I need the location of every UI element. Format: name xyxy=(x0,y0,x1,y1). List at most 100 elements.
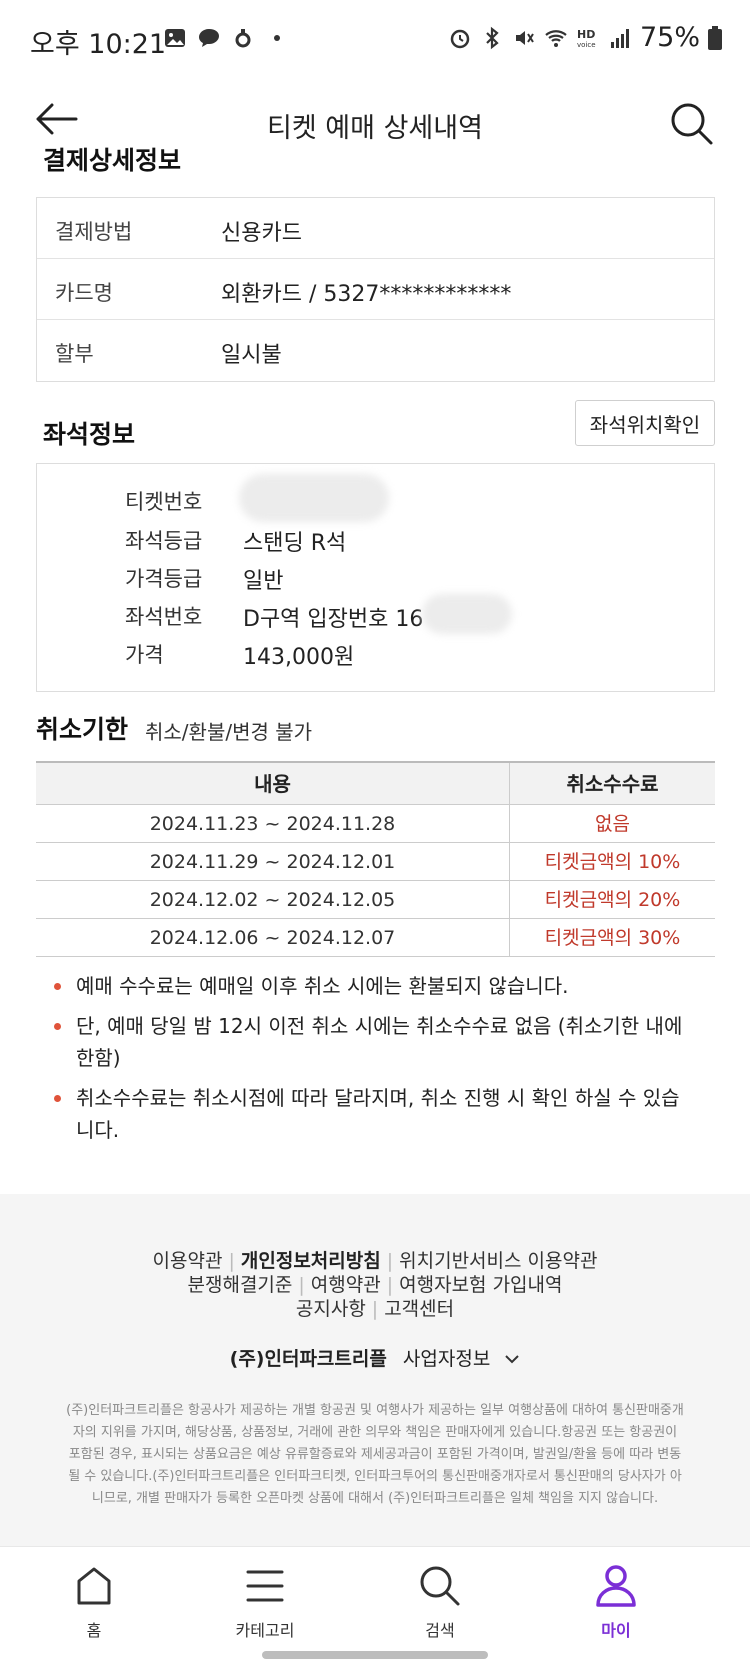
page-title: 티켓 예매 상세내역 xyxy=(267,113,483,144)
seat-value: 143,000원 xyxy=(243,645,355,670)
table-row: 2024.12.02 ~ 2024.12.05 티켓금액의 20% xyxy=(36,881,715,919)
fee-cell: 티켓금액의 10% xyxy=(544,851,681,873)
signal-icon xyxy=(610,28,629,48)
payment-info-table: 결제방법 신용카드 카드명 외환카드 / 5327************ 할부… xyxy=(36,197,715,382)
note-text: 예매 수수료는 예매일 이후 취소 시에는 환불되지 않습니다. xyxy=(76,974,569,998)
seat-label: 좌석번호 xyxy=(125,605,203,629)
location-terms-link[interactable]: 위치기반서비스 이용약관 xyxy=(399,1250,597,1272)
payment-section-title: 결제상세정보 xyxy=(43,146,182,175)
company-name: (주)인터파크트리플 xyxy=(229,1348,387,1370)
note-item: 취소수수료는 취소시점에 따라 달라지며, 취소 진행 시 확인 하실 수 있습… xyxy=(50,1082,690,1146)
battery-percent: 75% xyxy=(639,22,700,53)
seat-value: D구역 입장번호 16 xyxy=(243,607,424,632)
notify-icon xyxy=(235,29,251,48)
terms-link[interactable]: 이용약관 xyxy=(153,1250,223,1272)
bullet-icon xyxy=(54,983,61,990)
fee-cell: 없음 xyxy=(595,813,630,835)
fee-cell: 티켓금액의 30% xyxy=(544,927,681,949)
fee-cell: 티켓금액의 20% xyxy=(544,889,681,911)
footer-links-row: 공지사항 | 고객센터 xyxy=(295,1298,455,1320)
status-right: HD voice 75% xyxy=(448,22,722,53)
column-header-content: 내용 xyxy=(36,763,510,804)
payment-row: 할부 일시불 xyxy=(37,320,714,381)
mute-icon xyxy=(515,30,534,45)
cancel-deadline-subtitle: 취소/환불/변경 불가 xyxy=(145,720,313,744)
note-text: 단, 예매 당일 밤 12시 이전 취소 시에는 취소수수료 없음 (취소기한 … xyxy=(76,1014,683,1070)
seat-section-title: 좌석정보 xyxy=(43,420,136,449)
seat-label: 가격 xyxy=(125,643,164,667)
payment-value: 일시불 xyxy=(221,343,282,368)
cancel-deadline-title: 취소기한 xyxy=(36,715,129,744)
cancel-notes: 예매 수수료는 예매일 이후 취소 시에는 환불되지 않습니다. 단, 예매 당… xyxy=(50,970,690,1154)
gallery-icon xyxy=(165,29,185,47)
footer-disclaimer: (주)인터파크트리플은 항공사가 제공하는 개별 항공권 및 여행사가 제공하는… xyxy=(66,1403,684,1506)
menu-icon xyxy=(246,1570,284,1602)
chevron-down-icon xyxy=(505,1355,520,1364)
cancel-fee-table: 내용 취소수수료 2024.11.23 ~ 2024.11.28 없음 2024… xyxy=(36,761,715,957)
payment-row: 카드명 외환카드 / 5327************ xyxy=(37,259,714,320)
column-header-fee: 취소수수료 xyxy=(566,772,659,796)
alarm-icon xyxy=(450,29,470,48)
nav-label: 검색 xyxy=(425,1621,455,1640)
payment-row: 결제방법 신용카드 xyxy=(37,198,714,259)
chat-icon xyxy=(199,29,219,47)
table-row: 2024.11.23 ~ 2024.11.28 없음 xyxy=(36,805,715,843)
redacted-blur xyxy=(422,594,512,634)
payment-label: 카드명 xyxy=(55,281,113,305)
search-icon xyxy=(420,1566,460,1606)
notification-icons xyxy=(163,26,289,50)
dispute-link[interactable]: 분쟁해결기준 xyxy=(188,1274,293,1296)
nav-category[interactable]: 카테고리 xyxy=(205,1563,325,1641)
seat-row: 가격 143,000원 xyxy=(125,639,685,670)
nav-home[interactable]: 홈 xyxy=(34,1563,154,1641)
seat-row: 좌석등급 스탠딩 R석 xyxy=(125,525,685,556)
seat-value: 스탠딩 R석 xyxy=(243,531,347,556)
nav-my[interactable]: 마이 xyxy=(556,1563,676,1641)
home-indicator[interactable] xyxy=(262,1651,488,1659)
bluetooth-icon xyxy=(486,26,499,49)
travel-terms-link[interactable]: 여행약관 xyxy=(311,1274,381,1296)
payment-value: 외환카드 / 5327************ xyxy=(221,282,512,307)
more-dot-icon xyxy=(274,35,280,41)
business-info-label: 사업자정보 xyxy=(402,1348,491,1370)
period-cell: 2024.12.02 ~ 2024.12.05 xyxy=(36,881,510,918)
privacy-policy-link[interactable]: 개인정보처리방침 xyxy=(241,1250,381,1272)
svg-text:HD: HD xyxy=(577,28,595,41)
seat-row: 좌석번호 D구역 입장번호 16 xyxy=(125,601,685,632)
svg-text:voice: voice xyxy=(577,41,596,49)
customer-center-link[interactable]: 고객센터 xyxy=(384,1298,454,1320)
business-info-toggle[interactable]: (주)인터파크트리플 사업자정보 xyxy=(0,1344,750,1371)
seat-label: 티켓번호 xyxy=(125,490,203,514)
table-header: 내용 취소수수료 xyxy=(36,763,715,805)
table-row: 2024.11.29 ~ 2024.12.01 티켓금액의 10% xyxy=(36,843,715,881)
payment-label: 결제방법 xyxy=(55,220,133,244)
note-item: 단, 예매 당일 밤 12시 이전 취소 시에는 취소수수료 없음 (취소기한 … xyxy=(50,1010,690,1074)
seat-row: 가격등급 일반 xyxy=(125,563,685,594)
period-cell: 2024.11.29 ~ 2024.12.01 xyxy=(36,843,510,880)
site-footer: 이용약관 | 개인정보처리방침 | 위치기반서비스 이용약관 분쟁해결기준 | 여행약관 | 여… xyxy=(0,1194,750,1546)
notice-link[interactable]: 공지사항 xyxy=(296,1298,366,1320)
battery-icon xyxy=(708,25,722,50)
period-cell: 2024.11.23 ~ 2024.11.28 xyxy=(36,805,510,842)
wifi-icon xyxy=(545,29,567,47)
seat-label: 좌석등급 xyxy=(125,529,203,553)
nav-label: 홈 xyxy=(86,1621,102,1640)
insurance-link[interactable]: 여행자보험 가입내역 xyxy=(399,1274,562,1296)
nav-search[interactable]: 검색 xyxy=(380,1563,500,1641)
status-time: 오후 10:21 xyxy=(30,29,167,60)
payment-value: 신용카드 xyxy=(221,221,302,246)
seat-info-box: 티켓번호 좌석등급 스탠딩 R석 가격등급 일반 좌석번호 D구역 입장번호 1… xyxy=(36,463,715,692)
search-icon[interactable] xyxy=(668,100,718,150)
redacted-blur xyxy=(239,474,389,522)
seat-label: 가격등급 xyxy=(125,567,203,591)
user-icon xyxy=(596,1565,636,1607)
seat-row: 티켓번호 xyxy=(125,486,685,516)
note-text: 취소수수료는 취소시점에 따라 달라지며, 취소 진행 시 확인 하실 수 있습… xyxy=(76,1086,680,1142)
bullet-icon xyxy=(54,1023,61,1030)
status-bar: 오후 10:21 HD voice 75% xyxy=(0,0,750,84)
seat-position-button[interactable]: 좌석위치확인 xyxy=(575,400,715,446)
nav-label: 카테고리 xyxy=(235,1621,295,1640)
bottom-navigation: 홈 카테고리 검색 마이 xyxy=(0,1546,750,1667)
seat-value: 일반 xyxy=(243,569,284,594)
nav-label: 마이 xyxy=(601,1621,631,1640)
